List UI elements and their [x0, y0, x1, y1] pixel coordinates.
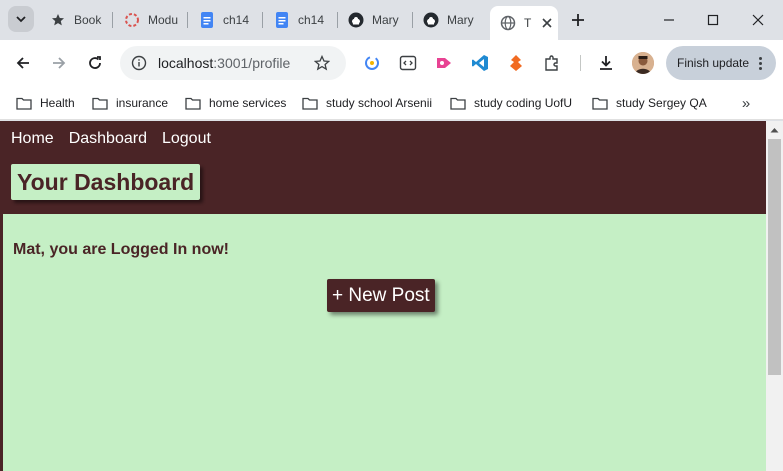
login-status-text: Mat, you are Logged In now!	[13, 241, 229, 258]
tab-separator	[112, 12, 113, 28]
bookmark-folder[interactable]: study coding UofU	[450, 93, 572, 113]
tab-github-1[interactable]: Mary	[348, 8, 408, 32]
tab-book[interactable]: Book	[50, 8, 108, 32]
plus-icon	[572, 14, 584, 26]
scrollbar-thumb[interactable]	[768, 139, 781, 375]
tab-active[interactable]: T	[490, 6, 558, 40]
bookmark-folder[interactable]: home services	[185, 93, 286, 113]
bookmark-label: insurance	[116, 96, 169, 110]
tab-title: Book	[74, 13, 102, 27]
site-nav: Home Dashboard Logout	[11, 130, 211, 148]
github-icon	[423, 12, 439, 28]
arrow-right-icon	[53, 57, 66, 69]
tab-title: T	[524, 16, 532, 30]
bookmark-folder[interactable]: study Sergey QA	[592, 93, 707, 113]
tab-module[interactable]: Modu	[124, 8, 180, 32]
reload-button[interactable]	[83, 51, 107, 75]
tab-separator	[187, 12, 188, 28]
folder-icon	[185, 97, 201, 110]
tab-docs-1[interactable]: ch14	[199, 8, 251, 32]
tab-search-button[interactable]	[8, 6, 34, 32]
url-text: localhost:3001/profile	[158, 55, 290, 71]
module-icon	[124, 12, 140, 28]
toolbar-separator	[580, 55, 581, 71]
folder-icon	[16, 97, 32, 110]
tab-title: Mary	[372, 13, 399, 27]
folder-icon	[450, 97, 466, 110]
star-icon	[50, 12, 66, 28]
minimize-button[interactable]	[659, 10, 679, 30]
bookmark-label: study coding UofU	[474, 96, 573, 110]
nav-home-link[interactable]: Home	[11, 130, 54, 148]
download-icon[interactable]	[596, 53, 616, 73]
extension-refresh-icon[interactable]	[362, 53, 382, 73]
site-info-icon[interactable]	[128, 52, 150, 74]
nav-dashboard-link[interactable]: Dashboard	[69, 130, 147, 148]
docs-icon	[274, 12, 290, 28]
bookmark-label: study school Arsenii	[326, 96, 433, 110]
maximize-button[interactable]	[703, 10, 723, 30]
bookmark-folder[interactable]: insurance	[92, 93, 168, 113]
bookmark-label: study Sergey QA	[616, 96, 707, 110]
url-host: localhost	[158, 55, 214, 71]
scroll-up-icon[interactable]	[766, 121, 783, 138]
reload-icon	[89, 56, 101, 69]
tab-github-2[interactable]: Mary	[423, 8, 483, 32]
browser-toolbar: localhost:3001/profile Finish update	[0, 40, 783, 86]
bookmark-label: Health	[40, 96, 75, 110]
bookmark-folder[interactable]: study school Arsenii	[302, 93, 432, 113]
close-window-button[interactable]	[748, 10, 768, 30]
finish-update-button[interactable]: Finish update	[666, 46, 776, 80]
new-post-button[interactable]: + New Post	[327, 279, 435, 312]
address-bar[interactable]: localhost:3001/profile	[120, 46, 346, 80]
folder-icon	[92, 97, 108, 110]
tab-docs-2[interactable]: ch14	[274, 8, 326, 32]
profile-avatar[interactable]	[632, 52, 654, 74]
tab-title: ch14	[298, 13, 325, 27]
url-path: :3001/profile	[213, 55, 291, 71]
folder-icon	[302, 97, 318, 110]
finish-update-label: Finish update	[677, 56, 750, 70]
docs-icon	[199, 12, 215, 28]
nav-logout-link[interactable]: Logout	[162, 130, 211, 148]
globe-icon	[500, 15, 516, 31]
bookmark-label: home services	[209, 96, 287, 110]
extension-orange-icon[interactable]	[506, 53, 526, 73]
tab-separator	[412, 12, 413, 28]
tab-separator	[262, 12, 263, 28]
back-button[interactable]	[11, 51, 35, 75]
extension-pink-icon[interactable]	[434, 53, 454, 73]
tab-title: ch14	[223, 13, 250, 27]
more-vert-icon[interactable]	[759, 56, 763, 70]
bookmarks-bar: Health insurance home services study sch…	[0, 86, 783, 120]
bookmark-folder[interactable]: Health	[16, 93, 75, 113]
vertical-scrollbar[interactable]	[766, 121, 783, 471]
folder-icon	[592, 97, 608, 110]
tab-strip: Book Modu ch14 ch14 Mary Mary T	[0, 0, 783, 40]
tab-title: Modu	[148, 13, 179, 27]
page-viewport: Home Dashboard Logout Your Dashboard Mat…	[0, 121, 783, 471]
arrow-left-icon	[16, 57, 29, 69]
dashboard-content: Mat, you are Logged In now! + New Post	[0, 214, 766, 471]
page-title: Your Dashboard	[11, 164, 201, 200]
minimize-icon	[664, 19, 674, 21]
github-icon	[348, 12, 364, 28]
new-tab-button[interactable]	[568, 10, 588, 30]
bookmark-star-icon[interactable]	[312, 53, 332, 73]
tab-separator	[337, 12, 338, 28]
maximize-icon	[707, 14, 719, 26]
forward-button[interactable]	[47, 51, 71, 75]
close-icon	[752, 14, 764, 26]
extension-code-icon[interactable]	[398, 53, 418, 73]
close-icon[interactable]	[539, 15, 555, 31]
bookmarks-overflow-icon[interactable]: »	[736, 93, 756, 113]
chevron-down-icon	[16, 16, 26, 23]
extensions-puzzle-icon[interactable]	[542, 53, 562, 73]
tab-title: Mary	[447, 13, 474, 27]
vscode-icon[interactable]	[470, 53, 490, 73]
page-header: Home Dashboard Logout Your Dashboard	[0, 121, 766, 214]
